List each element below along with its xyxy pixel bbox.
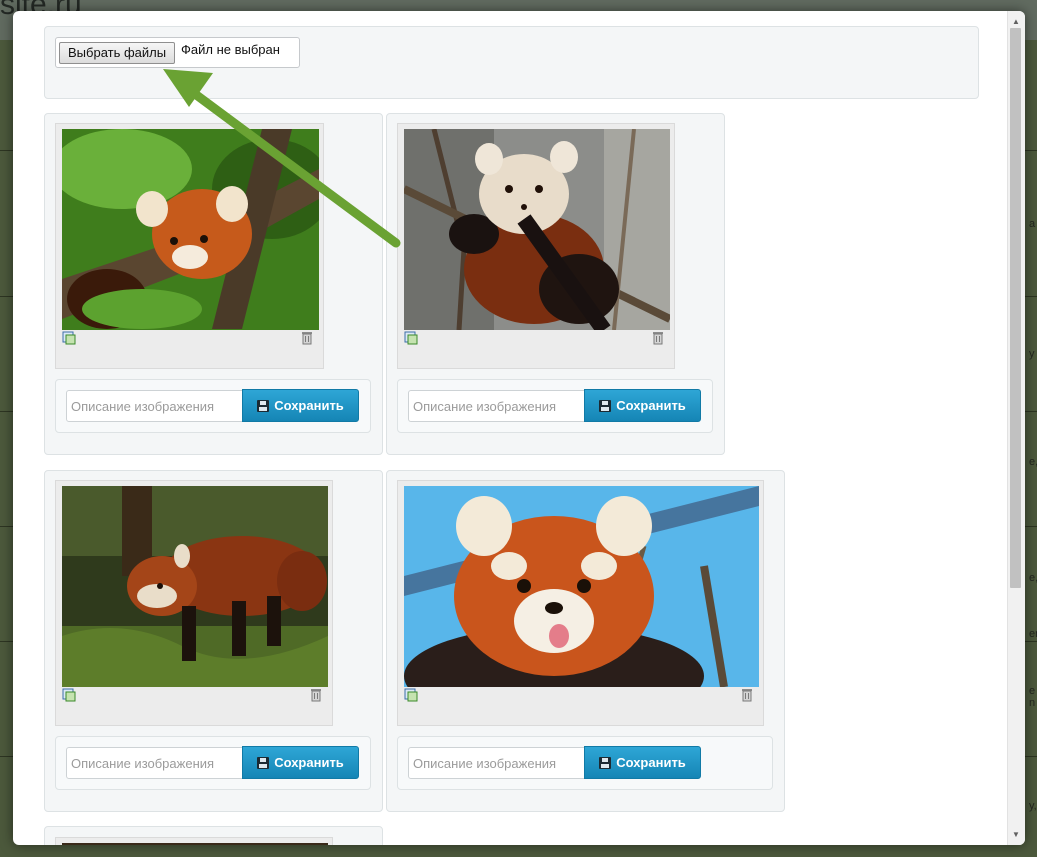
upload-panel: Выбрать файлы Файл не выбран: [44, 26, 979, 99]
red-panda-photo: [404, 486, 759, 687]
image-thumbnail[interactable]: [62, 129, 319, 330]
save-button[interactable]: Сохранить: [242, 389, 359, 422]
image-thumbnail[interactable]: [404, 129, 670, 330]
scrollbar-thumb[interactable]: [1010, 28, 1021, 588]
description-input[interactable]: [66, 390, 244, 422]
file-input[interactable]: Выбрать файлы Файл не выбран: [55, 37, 300, 68]
description-row: Сохранить: [397, 736, 773, 790]
floppy-icon: [257, 757, 270, 769]
image-thumbnail[interactable]: [62, 486, 328, 687]
save-button-label: Сохранить: [274, 398, 344, 413]
red-panda-photo: [62, 486, 328, 687]
crop-icon[interactable]: [62, 688, 76, 702]
file-status-text: Файл не выбран: [181, 42, 280, 57]
trash-icon[interactable]: [310, 688, 322, 702]
red-panda-photo: [404, 129, 670, 330]
image-thumbnail-box: [397, 123, 675, 369]
trash-icon[interactable]: [741, 688, 753, 702]
save-button[interactable]: Сохранить: [584, 389, 701, 422]
image-thumbnail-box: [55, 837, 333, 845]
crop-icon[interactable]: [404, 331, 418, 345]
image-thumbnail[interactable]: [62, 843, 328, 845]
trash-icon[interactable]: [652, 331, 664, 345]
save-button[interactable]: Сохранить: [242, 746, 359, 779]
image-thumbnail-box: [397, 480, 764, 726]
floppy-icon: [599, 400, 612, 412]
crop-icon[interactable]: [62, 331, 76, 345]
choose-files-button[interactable]: Выбрать файлы: [59, 42, 176, 64]
scroll-down-icon[interactable]: ▼: [1012, 830, 1020, 839]
image-upload-modal: × Выбрать файлы Файл не выбран: [13, 11, 1025, 845]
save-button[interactable]: Сохранить: [584, 746, 701, 779]
save-button-label: Сохранить: [616, 398, 686, 413]
save-button-label: Сохранить: [616, 755, 686, 770]
description-input[interactable]: [408, 747, 586, 779]
description-input[interactable]: [66, 747, 244, 779]
image-card-group: [44, 826, 383, 845]
floppy-icon: [257, 400, 270, 412]
crop-icon[interactable]: [404, 688, 418, 702]
image-thumbnail[interactable]: [404, 486, 759, 687]
floppy-icon: [599, 757, 612, 769]
trash-icon[interactable]: [301, 331, 313, 345]
red-panda-photo: [62, 129, 319, 330]
description-row: Сохранить: [397, 379, 713, 433]
description-row: Сохранить: [55, 379, 371, 433]
image-thumbnail-box: [55, 480, 333, 726]
image-thumbnail-box: [55, 123, 324, 369]
scroll-up-icon[interactable]: ▲: [1012, 17, 1020, 26]
description-row: Сохранить: [55, 736, 371, 790]
description-input[interactable]: [408, 390, 586, 422]
modal-scrollbar[interactable]: ▲ ▼: [1007, 11, 1025, 845]
save-button-label: Сохранить: [274, 755, 344, 770]
